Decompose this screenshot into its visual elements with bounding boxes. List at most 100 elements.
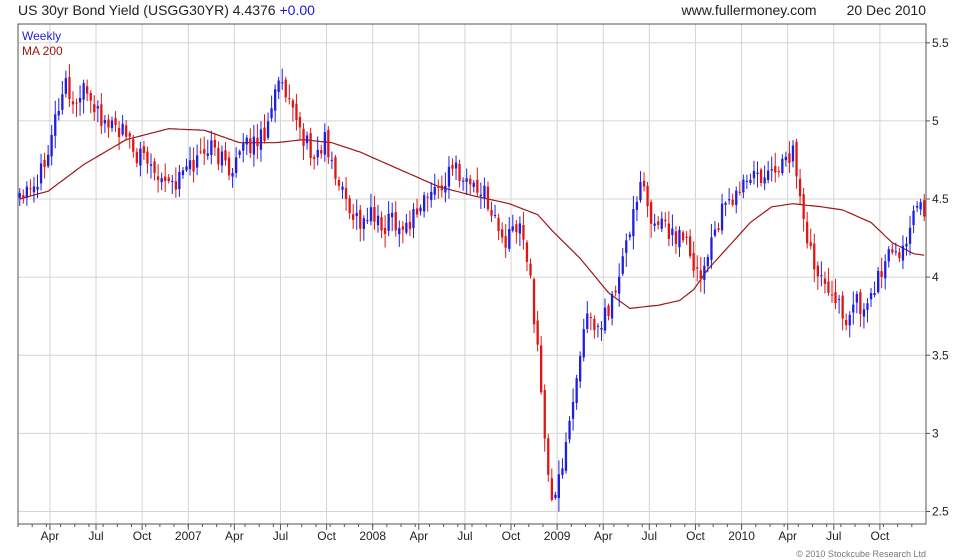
candle-body [628, 234, 631, 238]
candle-body [18, 193, 21, 198]
candle-body [93, 104, 96, 113]
candle-body [220, 151, 224, 166]
candle-body [196, 155, 199, 168]
x-axis: Apr Jul Oct 2007 Apr Jul Oct 2008 Apr Jul Oct 2009 A… [17, 524, 913, 543]
candle-body [763, 177, 766, 184]
candle-body [235, 157, 238, 173]
candle-body [547, 438, 550, 475]
candle-body [767, 170, 770, 180]
candle-body [557, 474, 560, 499]
candle-body [543, 390, 546, 439]
candle-body [869, 293, 873, 300]
candle-body [270, 108, 273, 119]
candle-body [274, 89, 277, 111]
candle-body [313, 157, 316, 159]
x-tick-label: Oct [871, 529, 890, 543]
candle-body [735, 190, 738, 206]
candle-body [135, 151, 138, 164]
candle-body [291, 100, 294, 108]
candle-body [586, 313, 589, 329]
candle-body [852, 304, 855, 313]
candle-body [717, 228, 720, 230]
candle-body [589, 317, 592, 318]
y-tick-label: 3 [932, 426, 939, 440]
candle-body [508, 229, 511, 249]
candle-body [57, 111, 60, 116]
candle-body [571, 402, 575, 419]
candle-body [465, 178, 468, 182]
candle-body [337, 180, 341, 186]
candle-body [540, 345, 543, 393]
x-tick-label: Apr [778, 529, 797, 543]
candle-body [394, 212, 397, 231]
candle-body [908, 227, 912, 244]
candle-body [47, 154, 50, 167]
candle-body [454, 162, 458, 169]
candle-body [149, 164, 153, 166]
candle-body [678, 229, 681, 248]
candle-body [522, 225, 525, 240]
candle-body [178, 172, 181, 190]
candle-body [469, 178, 472, 185]
candle-body [759, 169, 763, 183]
candle-body [685, 236, 688, 238]
candle-body [82, 83, 85, 100]
candle-body [916, 206, 919, 208]
candle-body [884, 261, 887, 279]
candle-body [309, 133, 312, 158]
candle-body [437, 186, 440, 188]
candle-body [125, 125, 128, 137]
candle-body [650, 202, 653, 224]
candle-body [263, 127, 266, 141]
y-tick-label: 4.5 [932, 192, 949, 206]
candle-body [433, 187, 436, 195]
candle-body [689, 236, 692, 257]
candle-body [78, 97, 82, 103]
candle-body [68, 77, 71, 99]
candle-body [32, 186, 36, 193]
candle-body [845, 320, 848, 325]
candle-body [561, 468, 564, 475]
candle-body [256, 137, 259, 147]
candle-body [554, 494, 557, 498]
candle-body [923, 200, 926, 217]
candle-body [440, 185, 443, 191]
candle-body [348, 198, 351, 214]
candle-body [639, 181, 642, 201]
candle-body [238, 151, 241, 155]
candle-body [664, 219, 667, 222]
y-axis: 2.5 3 3.5 4 4.5 5 5.5 [926, 36, 949, 519]
candle-body [103, 120, 106, 124]
candle-body [142, 146, 146, 153]
candle-body [391, 212, 394, 218]
candle-body [334, 157, 337, 179]
candle-body [703, 265, 706, 280]
candle-body [369, 207, 373, 222]
candle-body [224, 150, 227, 161]
candle-body [423, 195, 426, 212]
x-tick-label: 2010 [728, 529, 755, 543]
candle-body [107, 119, 110, 128]
candle-body [114, 118, 117, 125]
candle-body [43, 159, 46, 167]
candle-body [752, 171, 756, 179]
candle-body [341, 186, 344, 190]
candle-body [898, 252, 901, 258]
candle-body [266, 121, 270, 138]
candle-body [206, 153, 209, 156]
candle-body [816, 265, 819, 277]
candle-body [160, 178, 163, 183]
candle-body [64, 78, 67, 94]
candle-body [362, 218, 365, 229]
candle-body [827, 281, 830, 293]
candle-body [327, 130, 330, 158]
candle-body [823, 278, 827, 284]
grid [18, 24, 926, 524]
candle-body [167, 177, 170, 181]
x-tick-label: Oct [502, 529, 521, 543]
candle-body [259, 129, 263, 150]
plot-frame [17, 23, 927, 525]
candle-body [29, 188, 32, 190]
candle-body [837, 298, 841, 300]
candle-body [756, 172, 759, 174]
